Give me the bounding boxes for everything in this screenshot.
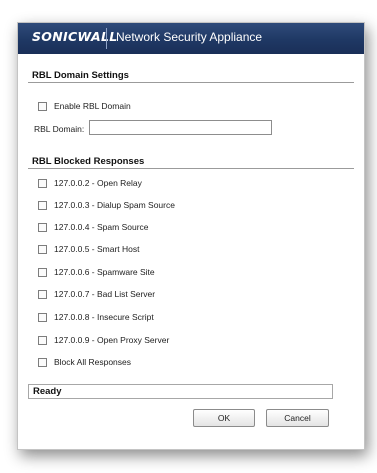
blocked-response-checkbox[interactable] <box>38 200 47 210</box>
blocked-response-checkbox[interactable] <box>38 289 47 299</box>
rbl-domain-input[interactable] <box>89 120 272 135</box>
blocked-response-row[interactable]: 127.0.0.7 - Bad List Server <box>38 288 155 300</box>
blocked-response-row[interactable]: 127.0.0.9 - Open Proxy Server <box>38 334 169 346</box>
blocked-response-checkbox[interactable] <box>38 244 47 254</box>
rbl-domain-settings-title: RBL Domain Settings <box>32 70 129 81</box>
blocked-response-row[interactable]: 127.0.0.5 - Smart Host <box>38 243 140 255</box>
header-divider <box>106 28 107 49</box>
enable-rbl-domain-checkbox[interactable] <box>38 101 47 111</box>
sonicwall-logo: SONICWALL <box>32 29 118 44</box>
enable-rbl-domain-row[interactable]: Enable RBL Domain <box>38 100 131 112</box>
blocked-response-label: 127.0.0.4 - Spam Source <box>54 222 149 232</box>
enable-rbl-domain-label: Enable RBL Domain <box>54 101 131 111</box>
status-text: Ready <box>33 386 62 397</box>
rbl-domain-label: RBL Domain: <box>34 124 85 134</box>
ok-button[interactable]: OK <box>193 409 255 427</box>
block-all-responses-checkbox[interactable] <box>38 357 47 367</box>
blocked-response-checkbox[interactable] <box>38 335 47 345</box>
block-all-responses-row[interactable]: Block All Responses <box>38 356 131 368</box>
blocked-response-label: 127.0.0.9 - Open Proxy Server <box>54 335 170 345</box>
blocked-response-checkbox[interactable] <box>38 178 47 188</box>
rbl-settings-dialog: SONICWALL Network Security Appliance RBL… <box>17 22 365 450</box>
blocked-response-row[interactable]: 127.0.0.8 - Insecure Script <box>38 311 154 323</box>
blocked-response-checkbox[interactable] <box>38 267 47 277</box>
blocked-response-row[interactable]: 127.0.0.2 - Open Relay <box>38 177 142 189</box>
blocked-response-label: 127.0.0.7 - Bad List Server <box>54 289 156 299</box>
blocked-response-label: 127.0.0.6 - Spamware Site <box>54 267 155 277</box>
blocked-response-label: 127.0.0.3 - Dialup Spam Source <box>54 200 175 210</box>
dialog-header: SONICWALL Network Security Appliance <box>18 23 364 54</box>
app-title: Network Security Appliance <box>116 30 263 44</box>
rbl-blocked-responses-title: RBL Blocked Responses <box>32 156 145 167</box>
blocked-response-label: 127.0.0.5 - Smart Host <box>54 244 140 254</box>
cancel-button[interactable]: Cancel <box>266 409 329 427</box>
section-divider <box>28 82 354 83</box>
blocked-response-row[interactable]: 127.0.0.4 - Spam Source <box>38 221 149 233</box>
blocked-response-label: 127.0.0.8 - Insecure Script <box>54 312 154 322</box>
block-all-responses-label: Block All Responses <box>54 357 132 367</box>
blocked-response-checkbox[interactable] <box>38 222 47 232</box>
blocked-response-checkbox[interactable] <box>38 312 47 322</box>
blocked-response-row[interactable]: 127.0.0.3 - Dialup Spam Source <box>38 199 175 211</box>
section-divider <box>28 168 354 169</box>
blocked-response-label: 127.0.0.2 - Open Relay <box>54 178 142 188</box>
status-bar: Ready <box>28 384 333 399</box>
blocked-response-row[interactable]: 127.0.0.6 - Spamware Site <box>38 266 155 278</box>
